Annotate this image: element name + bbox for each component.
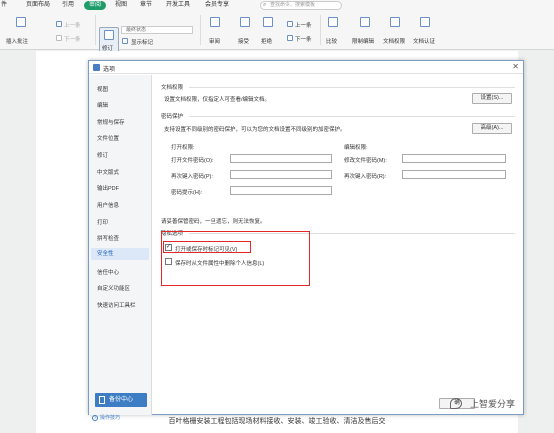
menu-item-review[interactable]: 审阅 [84,1,107,10]
track-changes-button[interactable]: 修订 [99,27,119,53]
doc-certification-icon[interactable] [420,17,430,27]
accept-button[interactable]: 接受 [238,37,249,45]
options-nav: 视图 编辑 常规与保存 文件位置 修订 中文版式 输出PDF 用户信息 打印 拼… [89,75,152,421]
show-markup-button[interactable]: 显示标记 [131,38,153,46]
search-placeholder: 查找命令、搜索模板 [270,2,316,8]
close-icon[interactable]: ✕ [512,62,519,71]
menu-bar: 件 页面布局 引用 审阅 视图 章节 开发工具 会员专享 ⌕ 查找命令、搜索模板 [0,0,554,11]
nav-item-revisions[interactable]: 修订 [97,151,108,159]
track-changes-icon [104,30,114,40]
open-password-label: 打开文件密码(O): [171,158,214,164]
backup-center-label: 备份中心 [109,397,134,403]
privacy-highlight-box [161,231,310,286]
nav-item-file-location[interactable]: 文件位置 [97,134,119,142]
next-comment-icon[interactable] [56,35,62,41]
nav-item-edit[interactable]: 编辑 [97,101,108,109]
options-dialog: 选项 ✕ 视图 编辑 常规与保存 文件位置 修订 中文版式 输出PDF 用户信息… [88,60,524,421]
ribbon-toolbar: 插入批注 上一条 下一条 修订 最终状态 显示标记 审阅 接受 拒绝 上一条 下… [0,11,554,53]
nav-item-security[interactable]: 安全性 [91,248,149,260]
reenter-modify-password-field[interactable] [402,170,506,179]
reenter-open-password-label: 再次键入密码(P): [171,174,213,180]
prev-change-button[interactable]: 上一条 [295,21,312,29]
dialog-title-bar: 选项 ✕ [89,61,523,74]
next-change-icon[interactable] [287,35,293,41]
reenter-modify-password-label: 再次键入密码(R): [344,174,387,180]
command-search-input[interactable]: ⌕ 查找命令、搜索模板 [260,1,342,10]
tips-link[interactable]: ? 操作技巧 [92,414,120,421]
nav-item-view[interactable]: 视图 [97,85,108,93]
accept-icon[interactable] [240,17,250,27]
doc-certification-button[interactable]: 文档认证 [413,37,435,45]
reviewing-pane-button[interactable]: 审阅 [209,37,220,45]
doc-permission-settings-button[interactable]: 设置(S)... [472,93,512,104]
search-icon: ⌕ [263,2,267,8]
backup-center-button[interactable]: 备份中心 [95,393,147,407]
restrict-editing-icon[interactable] [360,17,370,27]
prev-comment-icon[interactable] [56,21,62,27]
reviewing-pane-icon[interactable] [210,17,220,27]
compare-button[interactable]: 比较 [326,37,337,45]
password-hint-field[interactable] [230,186,332,195]
menu-item-file[interactable]: 件 [1,1,7,10]
show-markup-highlight-box [163,241,251,253]
chat-bubble-icon [450,398,462,409]
nav-item-print[interactable]: 打印 [97,218,108,226]
open-password-field[interactable] [230,154,332,163]
nav-item-user-info[interactable]: 用户信息 [97,201,119,209]
insert-comment-icon[interactable] [16,17,26,27]
section-divider [189,116,515,117]
doc-permission-title: 文档权限 [161,85,184,91]
menu-item-sections[interactable]: 章节 [140,1,152,10]
prev-change-icon[interactable] [287,21,293,27]
menu-item-developer[interactable]: 开发工具 [166,1,190,10]
reject-icon[interactable] [263,17,273,27]
next-change-button[interactable]: 下一条 [295,35,312,43]
edit-permission-label: 编辑权限: [344,145,368,151]
menu-item-page-layout[interactable]: 页面布局 [26,1,50,10]
modify-password-field[interactable] [402,154,506,163]
nav-item-chinese-layout[interactable]: 中文版式 [97,168,119,176]
ribbon-divider [95,15,96,45]
reject-button[interactable]: 拒绝 [261,37,272,45]
section-divider [189,87,515,88]
nav-item-customize-ribbon[interactable]: 自定义功能区 [97,284,130,292]
password-hint-label: 密码提示(H): [171,190,203,196]
doc-permission-button[interactable]: 文档权限 [383,37,405,45]
password-warning: 请妥善保管密码，一旦遗忘，则无法恢复。 [161,219,266,225]
ribbon-divider [320,15,321,45]
help-icon: ? [92,415,98,421]
open-permission-label: 打开权限: [171,145,195,151]
nav-item-general-save[interactable]: 常规与保存 [97,118,125,126]
insert-comment-button[interactable]: 插入批注 [6,37,28,45]
show-markup-icon [122,38,128,44]
markup-state-value: 最终状态 [126,27,147,33]
password-protection-desc: 支持设置不同级别的密码保护，可以为您的文档设置不同级别的加密保护。 [164,127,346,133]
backup-icon [99,396,105,404]
nav-item-spell-check[interactable]: 拼写检查 [97,234,119,242]
markup-state-select[interactable]: 最终状态 [121,26,193,34]
restrict-editing-button[interactable]: 限制编辑 [352,37,374,45]
next-comment-button[interactable]: 下一条 [64,35,81,43]
compare-icon[interactable] [328,17,338,27]
nav-item-quick-access[interactable]: 快速访问工具栏 [97,301,136,309]
options-icon [93,64,100,71]
watermark-text: 上智爱分享 [470,400,516,410]
watermark: 上智爱分享 [446,396,546,412]
nav-item-export-pdf[interactable]: 输出PDF [97,184,119,192]
document-text: 百叶格栅安装工程包括现场材料接收、安装、竣工验收、清洁及售后交 [168,418,386,425]
password-protection-title: 密码保护 [161,114,184,120]
menu-item-view[interactable]: 视图 [115,1,127,10]
prev-comment-button[interactable]: 上一条 [64,21,81,29]
nav-item-trust-center[interactable]: 信任中心 [97,268,119,276]
doc-permission-desc: 设置文档权限，仅指定人可查看/编辑文档。 [164,97,271,103]
menu-item-member[interactable]: 会员专享 [205,1,229,10]
password-advanced-button[interactable]: 高级(A)... [472,123,512,134]
tips-label: 操作技巧 [100,415,121,421]
menu-item-references[interactable]: 引用 [62,1,74,10]
modify-password-label: 修改文件密码(M): [344,158,387,164]
dialog-title: 选项 [103,67,116,73]
ribbon-divider [200,15,201,45]
doc-permission-icon[interactable] [390,17,400,27]
reenter-open-password-field[interactable] [230,170,332,179]
